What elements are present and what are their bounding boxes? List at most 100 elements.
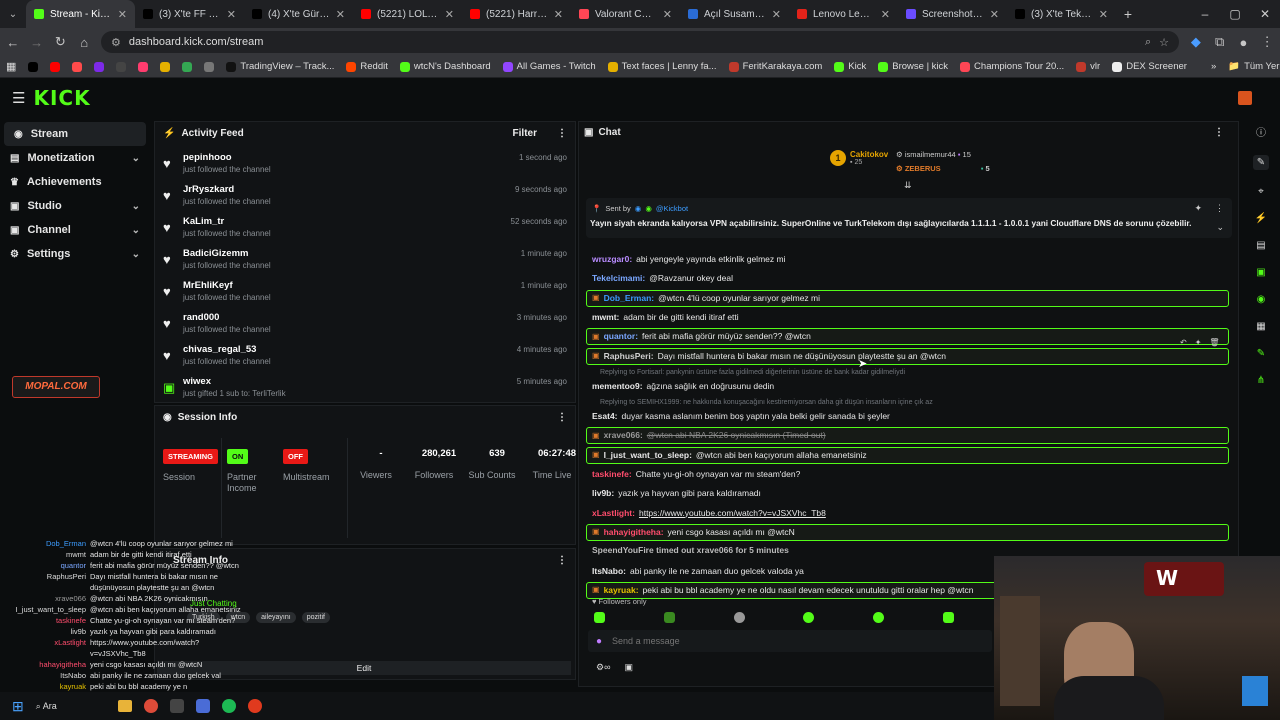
- kick-logo[interactable]: KICK: [33, 86, 90, 110]
- microphone-icon[interactable]: ●: [596, 636, 602, 647]
- bookmark-item[interactable]: All Games - Twitch: [502, 61, 596, 72]
- broadcast-icon[interactable]: ◉: [1257, 294, 1266, 305]
- bookmark-item[interactable]: [160, 61, 171, 72]
- browser-tab[interactable]: Lenovo Legion Pro ✕: [789, 0, 898, 28]
- maximize-button[interactable]: ▢: [1220, 7, 1250, 21]
- emote-icon[interactable]: [942, 612, 954, 623]
- stream-tag[interactable]: pozitif: [301, 612, 330, 623]
- bookmark-item[interactable]: [204, 61, 215, 72]
- clipboard-icon[interactable]: ▤: [1256, 240, 1265, 251]
- chat-username[interactable]: ItsNabo:: [592, 566, 626, 576]
- extension-icon[interactable]: ◆: [1189, 34, 1203, 50]
- info-icon[interactable]: ⓘ: [1256, 124, 1266, 139]
- emote-icon[interactable]: [733, 612, 745, 623]
- chat-username[interactable]: quantor:: [604, 331, 638, 341]
- windows-start-icon[interactable]: ⊞: [12, 698, 24, 715]
- bookmark-item[interactable]: [116, 61, 127, 72]
- chat-username[interactable]: wruzgar0:: [592, 254, 632, 264]
- all-bookmarks-folder[interactable]: 📁 Tüm Yer İşaretleri: [1228, 61, 1280, 72]
- pinned-author[interactable]: @Kickbot: [656, 204, 688, 213]
- expand-gifters-icon[interactable]: ⇊: [904, 180, 912, 191]
- browser-tab[interactable]: Valorant Champio ✕: [571, 0, 680, 28]
- emote-icon[interactable]: [803, 612, 815, 623]
- chevron-down-icon[interactable]: ⌄: [132, 153, 140, 164]
- tab-search-icon[interactable]: ⌄: [0, 9, 26, 20]
- chat-bubble-icon[interactable]: ▣: [1256, 267, 1265, 278]
- tab-close-icon[interactable]: ✕: [336, 8, 345, 21]
- bookmark-item[interactable]: FeritKarakaya.com: [728, 61, 822, 72]
- chat-username[interactable]: RaphusPeri:: [604, 351, 654, 361]
- browser-tab[interactable]: Screenshot by Lig ✕: [898, 0, 1007, 28]
- tab-close-icon[interactable]: ✕: [663, 8, 672, 21]
- menu-icon[interactable]: ⋮: [1260, 34, 1274, 50]
- app-icon[interactable]: [195, 699, 210, 713]
- address-bar[interactable]: ⚙ dashboard.kick.com/stream ⌕ ☆: [101, 31, 1179, 53]
- stream-info-more-icon[interactable]: ⋮: [557, 555, 567, 566]
- activity-username[interactable]: BadiciGizemm: [183, 244, 575, 259]
- sidebar-item-settings[interactable]: ⚙ Settings ⌄: [0, 242, 150, 266]
- close-window-button[interactable]: ✕: [1250, 7, 1280, 21]
- bookmark-item[interactable]: Reddit: [346, 61, 388, 72]
- tab-close-icon[interactable]: ✕: [227, 8, 236, 21]
- chevron-down-icon[interactable]: ⌄: [132, 225, 140, 236]
- top-gifter-1[interactable]: 1 Cakitokov ▪ 25: [830, 150, 888, 166]
- chat-username[interactable]: mementoo9:: [592, 381, 643, 391]
- sidebar-item-stream[interactable]: ◉ Stream: [4, 122, 146, 146]
- bookmark-item[interactable]: wtcN's Dashboard: [399, 61, 491, 72]
- bookmark-star-icon[interactable]: ☆: [1159, 36, 1169, 49]
- pin-message-icon[interactable]: ✦: [1195, 338, 1202, 347]
- chat-username[interactable]: Dob_Erman:: [604, 293, 655, 303]
- browser-tab[interactable]: (3) X'te Tek Yol FE ✕: [1007, 0, 1116, 28]
- apps-grid-icon[interactable]: ▦: [6, 60, 16, 73]
- bookmark-item[interactable]: TradingView – Track...: [226, 61, 334, 72]
- chrome-icon[interactable]: [143, 699, 158, 713]
- hamburger-menu-icon[interactable]: ☰: [12, 89, 25, 107]
- app-icon[interactable]: [169, 699, 184, 713]
- chat-message-input[interactable]: [612, 636, 913, 646]
- tab-close-icon[interactable]: ✕: [881, 8, 890, 21]
- sidebar-item-channel[interactable]: ▣ Channel ⌄: [0, 218, 150, 242]
- browser-tab[interactable]: (5221) Harry Potte ✕: [462, 0, 571, 28]
- bookmark-item[interactable]: [94, 61, 105, 72]
- taskbar-search[interactable]: ⌕ Ara: [36, 701, 106, 712]
- spotify-icon[interactable]: [221, 699, 236, 713]
- chat-username[interactable]: taskinefe:: [592, 469, 632, 479]
- sidebar-item-monetization[interactable]: ▤ Monetization ⌄: [0, 146, 150, 170]
- chat-username[interactable]: Tekelcimami:: [592, 273, 645, 283]
- minimize-button[interactable]: –: [1190, 7, 1220, 21]
- new-tab-button[interactable]: +: [1116, 6, 1140, 22]
- bookmark-item[interactable]: [50, 61, 61, 72]
- chevron-down-icon[interactable]: ⌄: [132, 201, 140, 212]
- pinned-more-icon[interactable]: ⋮: [1215, 203, 1224, 214]
- pinned-expand-icon[interactable]: ⌄: [1216, 222, 1224, 233]
- tab-close-icon[interactable]: ✕: [118, 8, 127, 21]
- gift-icon[interactable]: ▣: [624, 662, 633, 673]
- activity-username[interactable]: pepinhooo: [183, 148, 575, 163]
- chat-username[interactable]: mwmt:: [592, 312, 619, 322]
- chat-link[interactable]: https://www.youtube.com/watch?v=vJSXVhc_…: [639, 508, 826, 518]
- user-avatar[interactable]: [1238, 91, 1252, 105]
- chat-more-icon[interactable]: ⋮: [1214, 127, 1224, 138]
- bookmark-item[interactable]: [72, 61, 83, 72]
- bookmark-item[interactable]: Kick: [834, 61, 866, 72]
- zoom-icon[interactable]: ⌕: [1145, 36, 1151, 49]
- emote-icon[interactable]: [663, 612, 675, 623]
- crosshair-icon[interactable]: ⌖: [1258, 186, 1264, 197]
- browser-tab[interactable]: Açıl Susam Açıl | T ✕: [680, 0, 789, 28]
- lightning-icon[interactable]: ⚡: [1255, 213, 1267, 224]
- profile-avatar[interactable]: ●: [1237, 35, 1251, 50]
- app-icon[interactable]: [247, 699, 262, 713]
- reload-icon[interactable]: ↻: [54, 34, 68, 50]
- activity-more-icon[interactable]: ⋮: [557, 128, 567, 139]
- sidebar-item-studio[interactable]: ▣ Studio ⌄: [0, 194, 150, 218]
- unpin-icon[interactable]: ✦: [1194, 203, 1202, 214]
- extensions-icon[interactable]: ⧉: [1213, 34, 1227, 50]
- bookmark-item[interactable]: Text faces | Lenny fa...: [607, 61, 717, 72]
- back-icon[interactable]: ←: [6, 35, 20, 50]
- edit-icon[interactable]: ✎: [1252, 155, 1270, 170]
- network-icon[interactable]: ⋔: [1257, 375, 1265, 386]
- filter-button[interactable]: Filter: [513, 128, 537, 139]
- wrench-icon[interactable]: ✎: [1257, 348, 1265, 359]
- tab-close-icon[interactable]: ✕: [990, 8, 999, 21]
- chat-username[interactable]: I_just_want_to_sleep:: [604, 450, 692, 460]
